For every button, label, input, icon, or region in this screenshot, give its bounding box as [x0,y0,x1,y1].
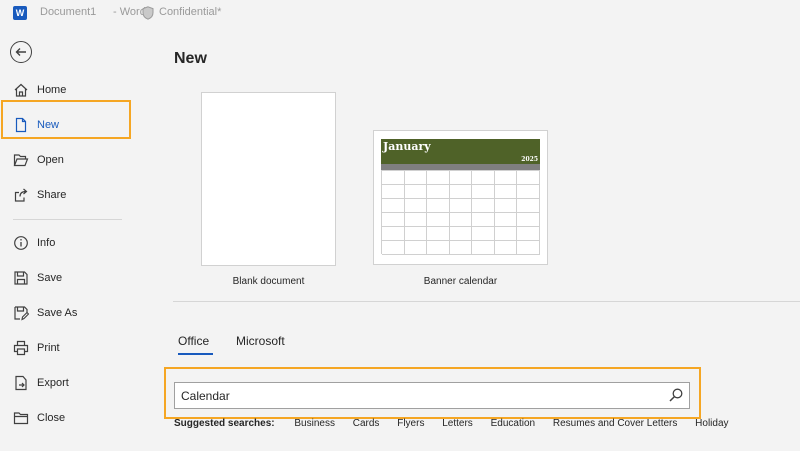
suggested-search-link[interactable]: Resumes and Cover Letters [553,418,678,429]
active-tab-indicator [178,353,213,355]
nav-item-new[interactable]: New [0,111,138,139]
template-search-input[interactable]: Calendar [174,382,690,409]
title-bar: W Document1 - Word Confidential* [0,0,800,28]
word-app-icon: W [13,6,27,20]
suggested-searches: Suggested searches: Business Cards Flyer… [174,418,744,429]
nav-item-close[interactable]: Close [0,404,138,432]
nav-item-label: Share [37,189,67,201]
tab-office[interactable]: Office [178,334,209,348]
nav-item-label: Print [37,342,60,354]
print-icon [13,340,29,356]
blank-document-thumbnail[interactable] [201,92,336,266]
sensitivity-label[interactable]: Confidential* [159,6,221,18]
nav-item-label: Save [37,272,63,284]
nav-item-info[interactable]: Info [0,229,138,257]
nav-item-export[interactable]: Export [0,369,138,397]
nav-item-label: Open [37,154,64,166]
suggested-search-link[interactable]: Education [491,418,535,429]
nav-item-print[interactable]: Print [0,334,138,362]
suggested-search-link[interactable]: Business [294,418,335,429]
share-icon [14,188,28,202]
document-name: Document1 [40,6,97,18]
shield-icon [142,6,154,20]
nav-item-label: Save As [37,307,78,319]
section-divider [173,301,800,302]
nav-item-open[interactable]: Open [0,146,138,174]
calendar-month: January [383,140,431,153]
calendar-grid [381,170,541,255]
nav-item-share[interactable]: Share [0,181,138,209]
template-label[interactable]: Blank document [201,276,336,287]
backstage-nav: Home New Open Share Info Save Save As Pr… [0,28,138,451]
home-icon [14,83,28,97]
save-icon [14,271,28,285]
nav-item-home[interactable]: Home [0,76,138,104]
suggested-search-link[interactable]: Holiday [695,418,728,429]
open-folder-icon [13,154,29,167]
banner-calendar-thumbnail[interactable]: January 2025 [373,130,548,265]
export-icon [15,375,27,391]
info-icon [14,236,28,250]
suggested-search-link[interactable]: Letters [442,418,473,429]
search-value: Calendar [181,389,230,403]
nav-item-label: Info [37,237,56,249]
new-document-icon [15,117,27,133]
nav-item-label: New [37,119,60,131]
suggested-search-link[interactable]: Cards [353,418,380,429]
backstage-main: New Blank document January 2025 Banner c… [138,28,800,451]
nav-item-label: Close [37,412,66,424]
calendar-year: 2025 [521,156,538,163]
save-as-icon [14,306,29,321]
nav-item-label: Export [37,377,69,389]
nav-divider [13,219,122,220]
nav-item-label: Home [37,84,67,96]
close-folder-icon [13,412,29,425]
search-icon[interactable] [668,387,684,403]
calendar-banner: January 2025 [381,139,540,164]
tab-microsoft[interactable]: Microsoft [236,334,285,348]
suggested-search-link[interactable]: Flyers [397,418,424,429]
suggested-searches-label: Suggested searches: [174,418,275,429]
nav-item-save[interactable]: Save [0,264,138,292]
nav-item-save-as[interactable]: Save As [0,299,138,327]
page-title: New [174,50,207,67]
template-label[interactable]: Banner calendar [373,276,548,287]
title-app-name: - Word [113,6,146,18]
back-arrow-icon[interactable] [10,41,32,63]
